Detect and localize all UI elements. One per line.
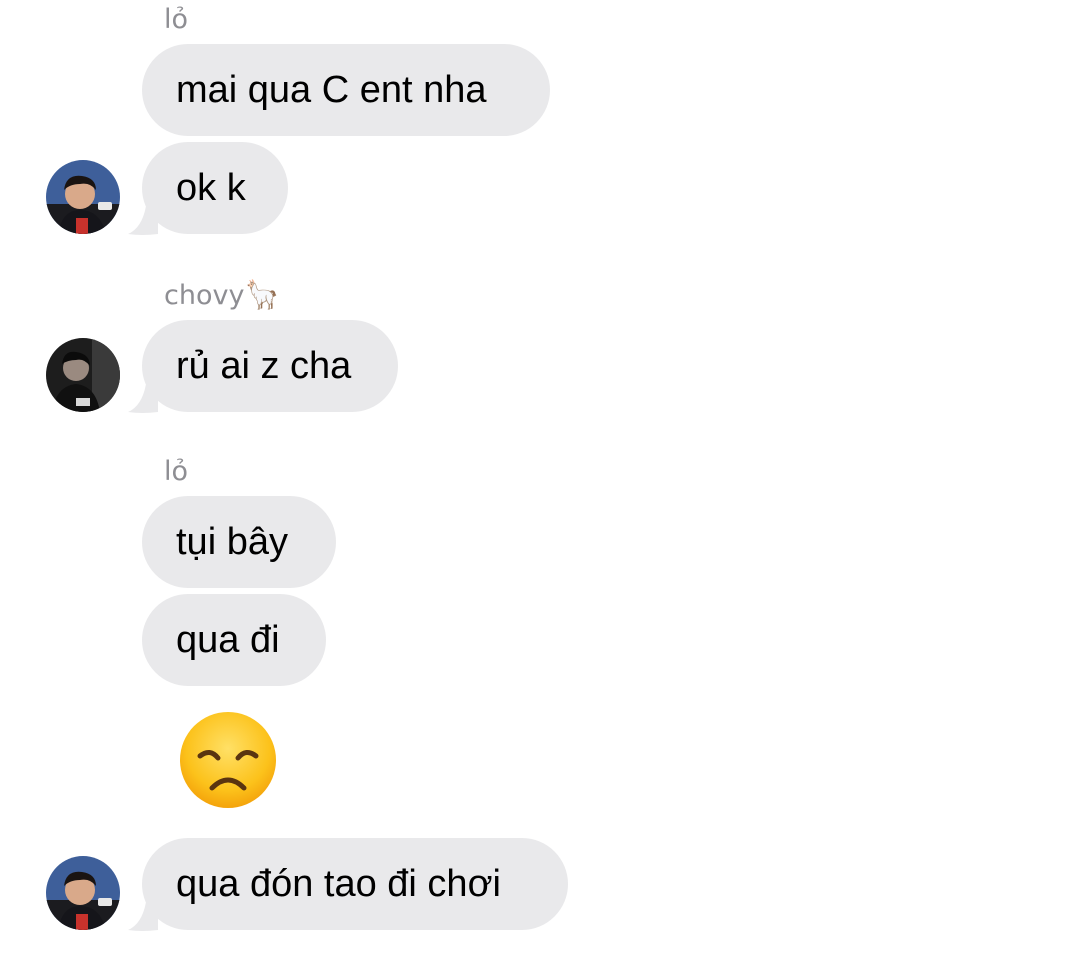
sender-name-chovy: chovy🦙 [164,278,279,311]
message-bubble[interactable]: mai qua C ent nha [142,44,550,136]
avatar[interactable] [46,338,120,412]
bubble-tail [128,902,158,931]
message-text: qua đi [176,619,280,661]
sender-name-text: chovy [164,280,245,311]
message-bubble[interactable]: ok k [142,142,288,234]
avatar-photo-chovy [46,338,120,412]
message-text: ok k [176,167,246,209]
message-bubble[interactable]: qua đón tao đi chơi [142,838,568,930]
sender-name-lo: lỏ [164,456,189,487]
avatar[interactable] [46,160,120,234]
bubble-tail [128,206,158,235]
message-bubble[interactable]: tụi bây [142,496,336,588]
message-text: mai qua C ent nha [176,69,487,111]
message-text: rủ ai z cha [176,345,352,387]
avatar-photo-lo [46,160,120,234]
avatar-photo-lo [46,856,120,930]
sender-name-lo: lỏ [164,4,189,35]
llama-emoji: 🦙 [244,278,280,311]
avatar[interactable] [46,856,120,930]
message-bubble[interactable]: rủ ai z cha [142,320,398,412]
bubble-tail [128,384,158,413]
message-text: qua đón tao đi chơi [176,863,501,905]
message-text: tụi bây [176,521,288,563]
disappointed-face-icon[interactable] [178,710,278,810]
message-bubble[interactable]: qua đi [142,594,326,686]
